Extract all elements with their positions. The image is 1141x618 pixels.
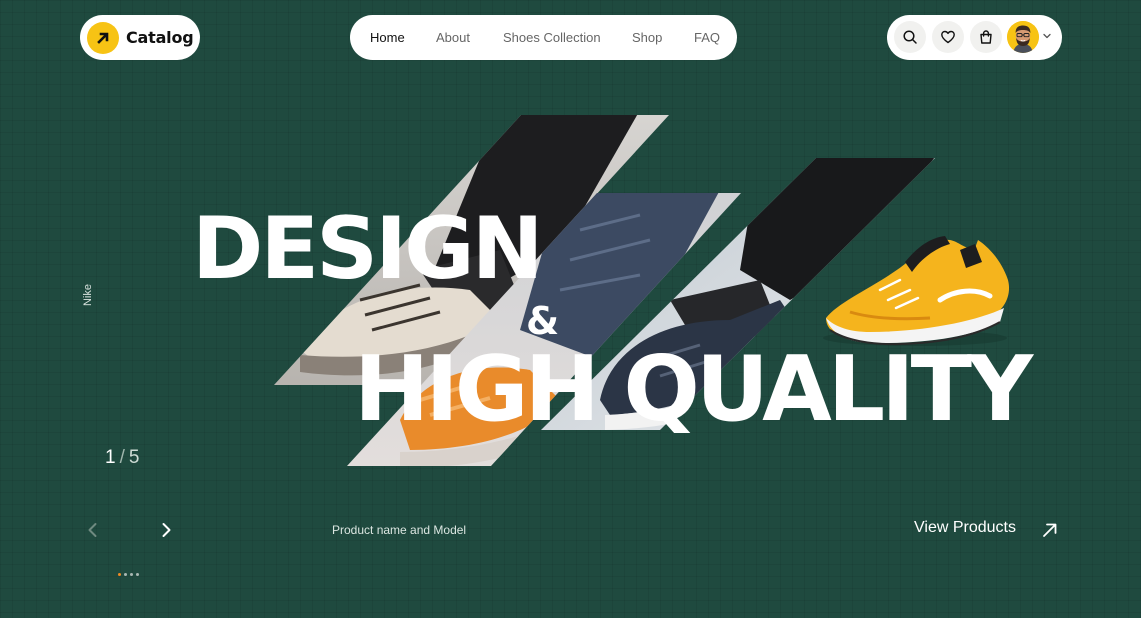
slide-dot[interactable] [124,573,127,576]
hero-title-line1: DESIGN [192,199,544,299]
brand-side-label: Nike [82,284,94,307]
hero-sneaker-image [823,236,1010,346]
prev-slide-button[interactable] [86,522,100,538]
arrow-up-right-icon[interactable] [1041,521,1059,539]
slide-separator: / [119,447,125,468]
next-slide-button[interactable] [159,522,173,538]
hero-title-ampersand: & [526,299,560,343]
chevron-right-icon [162,523,171,537]
slide-dot[interactable] [130,573,133,576]
slide-total: 5 [128,447,140,468]
slide-dot[interactable] [118,573,121,576]
slide-dots [118,573,139,576]
slide-dot[interactable] [136,573,139,576]
slide-counter: 1/5 [105,447,139,469]
chevron-left-icon [88,523,97,537]
hero-title-line2: HIGH QUALITY [354,337,1033,442]
product-name-label: Product name and Model [332,523,467,537]
slide-current: 1 [105,447,116,468]
view-products-link[interactable]: View Products [914,519,1016,537]
